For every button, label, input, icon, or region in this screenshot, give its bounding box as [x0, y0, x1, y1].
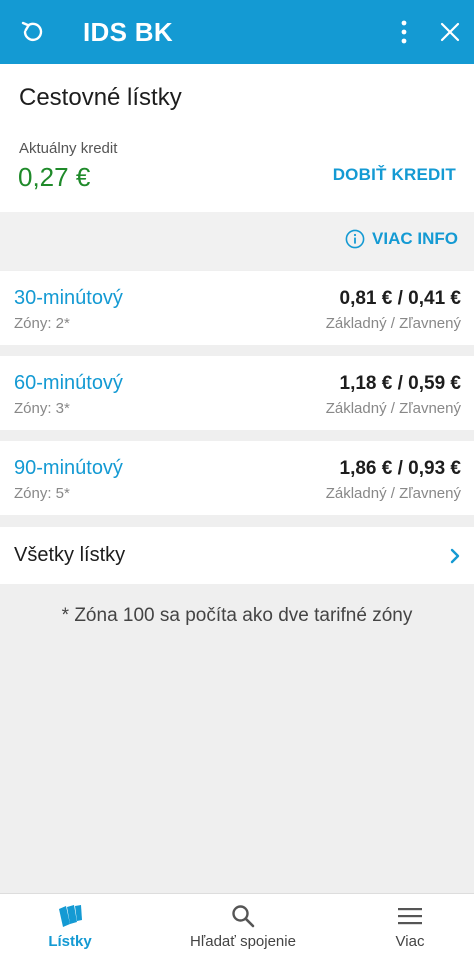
- app-title: IDS BK: [83, 17, 173, 47]
- close-icon[interactable]: [438, 20, 462, 44]
- menu-icon: [398, 908, 422, 925]
- chevron-right-icon: [450, 548, 460, 564]
- ticket-price: 1,86 € / 0,93 €: [339, 458, 462, 479]
- app-bar: IDS BK: [0, 0, 474, 64]
- more-info-button[interactable]: VIAC INFO: [345, 229, 458, 249]
- ticket-price: 0,81 € / 0,41 €: [339, 288, 462, 309]
- all-tickets-row[interactable]: Všetky lístky: [0, 527, 474, 584]
- credit-value: 0,27 €: [18, 162, 91, 192]
- ticket-zones: Zóny: 5*: [14, 485, 70, 502]
- ticket-name: 90-minútový: [14, 457, 123, 479]
- more-vert-icon[interactable]: [392, 18, 416, 46]
- nav-tickets-label: Lístky: [48, 933, 92, 950]
- refresh-icon[interactable]: [18, 18, 46, 46]
- ticket-name: 60-minútový: [14, 372, 123, 394]
- more-info-label: VIAC INFO: [372, 229, 458, 248]
- nav-search[interactable]: Hľadať spojenie: [163, 894, 323, 958]
- ticket-item[interactable]: 60-minútový Zóny: 3* 1,18 € / 0,59 € Zák…: [0, 356, 474, 430]
- ticket-zones: Zóny: 2*: [14, 315, 70, 332]
- all-tickets-label: Všetky lístky: [14, 544, 126, 566]
- ticket-zones: Zóny: 3*: [14, 400, 70, 417]
- nav-more-label: Viac: [395, 933, 425, 950]
- tickets-icon: [59, 905, 82, 927]
- topup-credit-button[interactable]: DOBIŤ KREDIT: [333, 165, 456, 185]
- bottom-nav: Lístky Hľadať spojenie Viac: [0, 893, 474, 958]
- ticket-item[interactable]: 30-minútový Zóny: 2* 0,81 € / 0,41 € Zák…: [0, 271, 474, 345]
- ticket-name: 30-minútový: [14, 287, 123, 309]
- info-icon: [345, 229, 365, 249]
- ticket-price-type: Základný / Zľavnený: [325, 315, 461, 332]
- credit-card: Cestovné lístky Aktuálny kredit 0,27 € D…: [0, 64, 474, 212]
- search-icon: [232, 905, 255, 928]
- ticket-price: 1,18 € / 0,59 €: [339, 373, 462, 394]
- ticket-price-type: Základný / Zľavnený: [325, 400, 461, 417]
- page-title: Cestovné lístky: [19, 84, 182, 111]
- credit-label: Aktuálny kredit: [19, 140, 118, 157]
- nav-search-label: Hľadať spojenie: [190, 933, 296, 950]
- ticket-item[interactable]: 90-minútový Zóny: 5* 1,86 € / 0,93 € Zák…: [0, 441, 474, 515]
- ticket-price-type: Základný / Zľavnený: [325, 485, 461, 502]
- nav-more[interactable]: Viac: [350, 894, 470, 958]
- nav-tickets[interactable]: Lístky: [0, 894, 140, 958]
- info-row: VIAC INFO: [0, 212, 474, 270]
- zone-note: * Zóna 100 sa počíta ako dve tarifné zón…: [61, 605, 413, 626]
